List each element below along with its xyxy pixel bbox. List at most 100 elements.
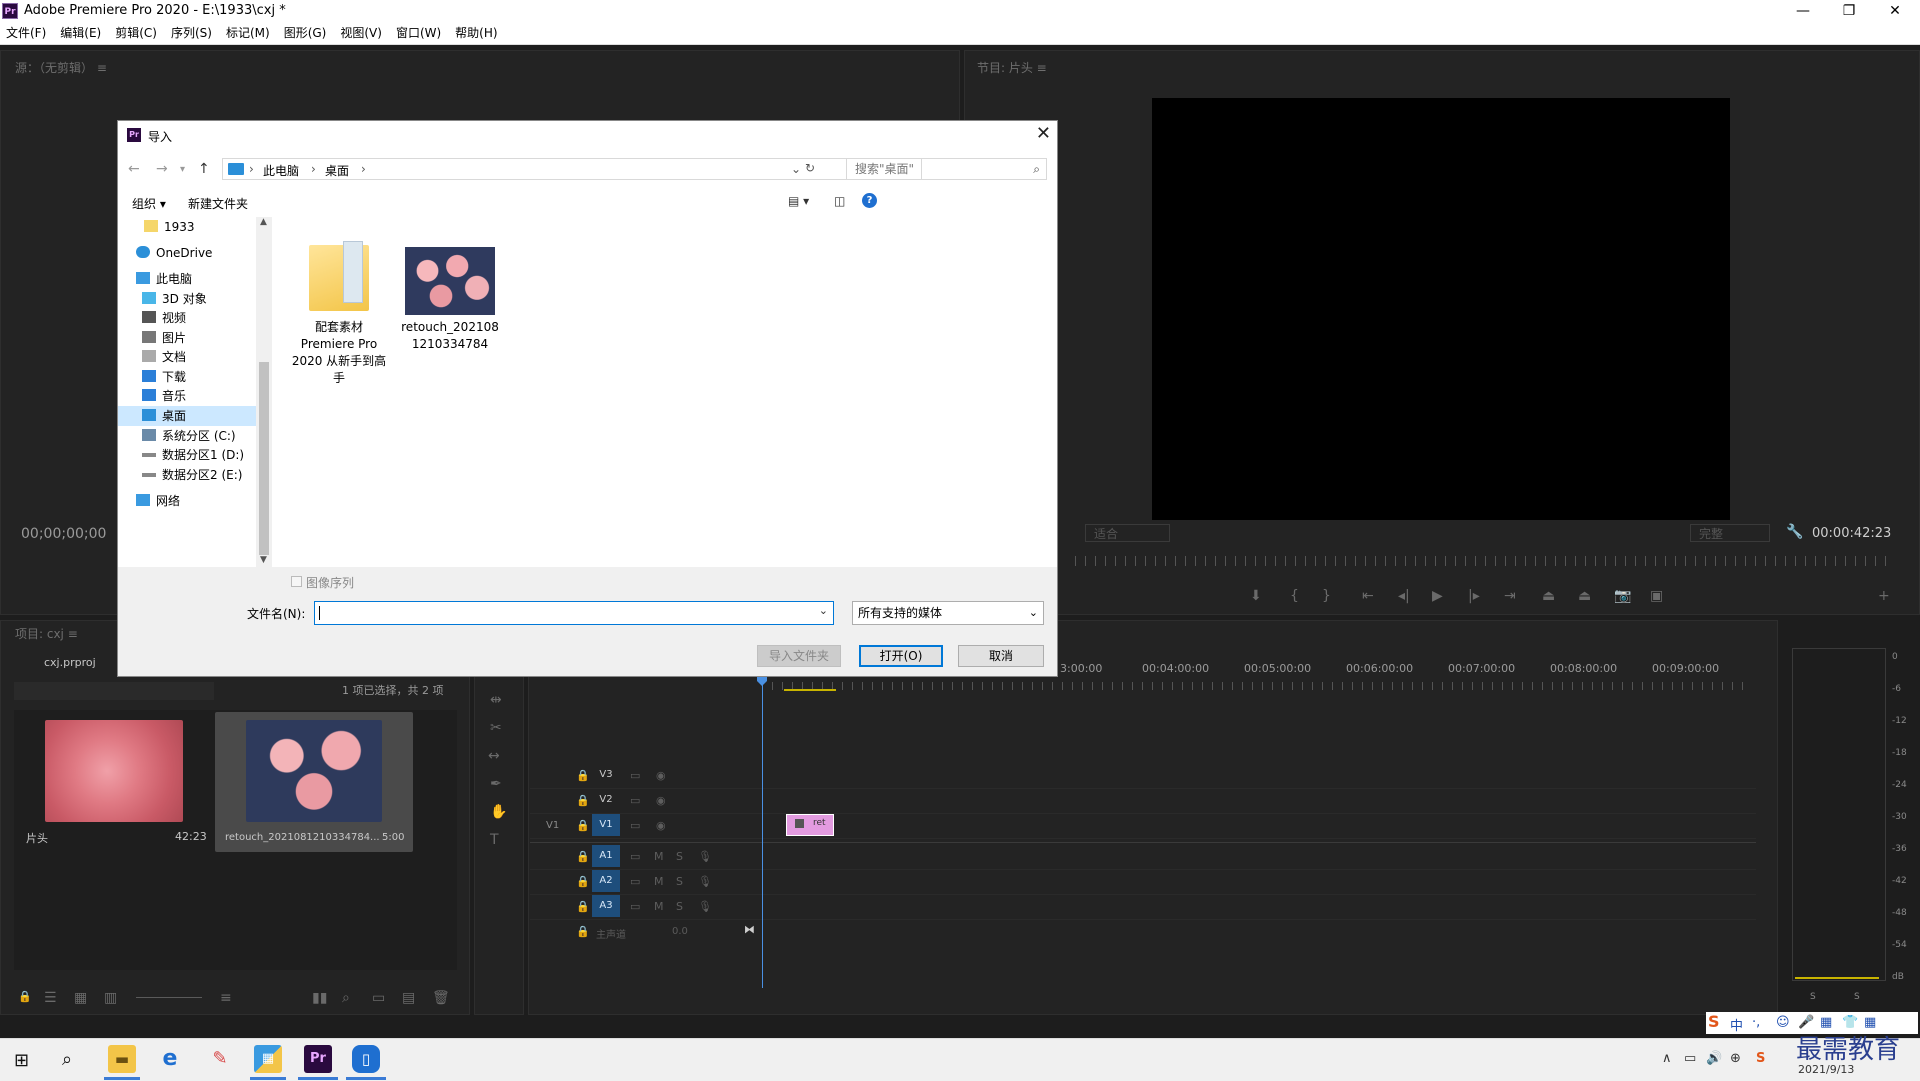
- razor-tool-icon[interactable]: ✂: [490, 720, 502, 736]
- new-folder-button[interactable]: 新建文件夹: [188, 195, 248, 212]
- comparison-view-icon[interactable]: ▣: [1650, 588, 1663, 604]
- lock-icon[interactable]: 🔒: [576, 769, 590, 782]
- new-bin-icon[interactable]: ▭: [372, 990, 385, 1006]
- nav-item-drive-d[interactable]: 数据分区1 (D:): [142, 445, 244, 465]
- icon-view-icon[interactable]: ▦: [74, 990, 87, 1006]
- paint-app-icon[interactable]: ✎: [206, 1045, 234, 1073]
- up-arrow-icon[interactable]: ↑: [198, 161, 210, 177]
- dialog-close-icon[interactable]: ✕: [1036, 123, 1051, 144]
- chevron-down-icon[interactable]: ⌄: [819, 604, 828, 617]
- premiere-app-icon[interactable]: Pr: [304, 1045, 332, 1073]
- image-sequence-checkbox[interactable]: [291, 576, 302, 587]
- recent-dropdown-icon[interactable]: ▾: [180, 164, 185, 175]
- show-hidden-icons-icon[interactable]: ∧: [1662, 1051, 1672, 1066]
- lock-icon[interactable]: 🔒: [576, 900, 590, 913]
- zoom-slider[interactable]: [136, 997, 202, 998]
- project-item-thumbnail[interactable]: [45, 720, 183, 822]
- volume-icon[interactable]: 🔊: [1706, 1051, 1722, 1066]
- chevron-down-icon[interactable]: ⌄: [791, 162, 801, 176]
- nav-scroll-thumb[interactable]: [259, 362, 269, 555]
- project-search-input[interactable]: [14, 682, 214, 700]
- mute-toggle-icon[interactable]: M: [654, 875, 664, 888]
- microphone-icon[interactable]: 🎤: [1798, 1015, 1814, 1030]
- windows-start-icon[interactable]: ⊞: [14, 1050, 29, 1071]
- add-marker-icon[interactable]: ⬇: [1250, 588, 1262, 604]
- automate-icon[interactable]: ▮▮: [312, 990, 327, 1006]
- image-thumbnail[interactable]: [405, 247, 495, 315]
- track-label[interactable]: A3: [592, 895, 620, 917]
- taskbar-date[interactable]: 2021/9/13: [1798, 1063, 1854, 1076]
- nav-item-3d-objects[interactable]: 3D 对象: [142, 289, 207, 309]
- nav-item-onedrive[interactable]: OneDrive: [136, 243, 212, 263]
- menu-help[interactable]: 帮助(H): [448, 22, 504, 44]
- view-options-icon[interactable]: ▤ ▾: [788, 194, 809, 208]
- lock-icon[interactable]: 🔒: [576, 925, 590, 938]
- project-tab[interactable]: 项目: cxj ≡: [15, 625, 78, 642]
- program-monitor-title[interactable]: 节目: 片头 ≡: [977, 59, 1047, 76]
- nav-item-network[interactable]: 网络: [136, 491, 180, 511]
- nav-item-downloads[interactable]: 下载: [142, 367, 186, 387]
- solo-toggle-icon[interactable]: S: [676, 850, 683, 863]
- tablet-app-icon[interactable]: ▯: [352, 1045, 380, 1073]
- extract-icon[interactable]: ⏏: [1578, 588, 1591, 604]
- menu-edit[interactable]: 编辑(E): [53, 22, 108, 44]
- timeline-clip[interactable]: ret: [786, 814, 834, 836]
- scroll-down-icon[interactable]: ▼: [260, 555, 267, 565]
- hand-tool-icon[interactable]: ✋: [490, 804, 507, 820]
- keyboard-icon[interactable]: ▦: [1820, 1015, 1832, 1030]
- menu-graphics[interactable]: 图形(G): [277, 22, 334, 44]
- mark-in-icon[interactable]: {: [1290, 588, 1299, 604]
- search-icon[interactable]: ⌕: [62, 1049, 72, 1070]
- nav-item-drive-e[interactable]: 数据分区2 (E:): [142, 465, 242, 485]
- import-folder-button[interactable]: 导入文件夹: [757, 645, 841, 667]
- ime-chinese-mode[interactable]: 中: [1730, 1015, 1743, 1034]
- eye-icon[interactable]: ◉: [656, 769, 666, 782]
- solo-toggle-icon[interactable]: S: [676, 875, 683, 888]
- minimize-button[interactable]: —: [1780, 0, 1826, 22]
- chevron-right-icon[interactable]: ›: [361, 162, 366, 176]
- nav-scrollbar[interactable]: ▲ ▼: [256, 217, 272, 567]
- organize-button[interactable]: 组织 ▾: [132, 195, 166, 212]
- nav-item-pictures[interactable]: 图片: [142, 328, 186, 348]
- ripple-edit-tool-icon[interactable]: ⇹: [490, 692, 502, 708]
- lock-icon[interactable]: 🔒: [576, 794, 590, 807]
- forward-arrow-icon[interactable]: →: [156, 161, 168, 177]
- edge-browser-icon[interactable]: e: [156, 1045, 184, 1073]
- project-item-name[interactable]: retouch_2021081210334784...: [225, 832, 380, 843]
- eye-icon[interactable]: ◉: [656, 819, 666, 832]
- file-label-image[interactable]: retouch_202108 1210334784: [393, 319, 507, 353]
- language-icon[interactable]: ⊕: [1730, 1051, 1741, 1066]
- lock-icon[interactable]: 🔒: [18, 990, 32, 1003]
- lock-icon[interactable]: 🔒: [576, 850, 590, 863]
- nav-item-desktop[interactable]: 桌面: [118, 406, 256, 426]
- sogou-logo-icon[interactable]: S: [1708, 1012, 1720, 1031]
- nav-item-videos[interactable]: 视频: [142, 308, 186, 328]
- address-bar[interactable]: › 此电脑 › 桌面 › ⌄ ↻: [222, 158, 922, 180]
- close-window-button[interactable]: ✕: [1872, 0, 1918, 22]
- master-volume-value[interactable]: 0.0: [672, 926, 688, 937]
- playhead-line[interactable]: [762, 678, 763, 988]
- wrench-icon[interactable]: 🔧: [1786, 524, 1803, 540]
- program-scrub-ruler[interactable]: [1075, 556, 1895, 566]
- project-item-thumbnail[interactable]: [246, 720, 382, 822]
- file-label-folder[interactable]: 配套素材 Premiere Pro 2020 从新手到高 手: [289, 319, 389, 387]
- play-icon[interactable]: ▶: [1432, 588, 1443, 604]
- toolbox-icon[interactable]: ▦: [1864, 1015, 1876, 1030]
- search-icon[interactable]: ⌕: [1033, 159, 1040, 179]
- project-item-name[interactable]: 片头: [26, 830, 48, 846]
- source-monitor-title[interactable]: 源：（无剪辑） ≡: [15, 59, 107, 76]
- nav-item-documents[interactable]: 文档: [142, 347, 186, 367]
- mute-toggle-icon[interactable]: M: [654, 850, 664, 863]
- find-icon[interactable]: ⌕: [342, 990, 350, 1006]
- go-to-out-icon[interactable]: ⇥: [1504, 588, 1516, 604]
- breadcrumb-this-pc[interactable]: 此电脑: [263, 162, 299, 179]
- microphone-icon[interactable]: 🎙: [698, 850, 712, 863]
- chevron-down-icon[interactable]: ⌄: [1029, 602, 1038, 624]
- menu-window[interactable]: 窗口(W): [389, 22, 448, 44]
- list-view-icon[interactable]: ☰: [44, 990, 57, 1006]
- meter-solo-button[interactable]: S: [1810, 992, 1816, 1002]
- step-back-icon[interactable]: ◂|: [1398, 588, 1410, 604]
- lift-icon[interactable]: ⏏: [1542, 588, 1555, 604]
- menu-markers[interactable]: 标记(M): [219, 22, 277, 44]
- mute-toggle-icon[interactable]: M: [654, 900, 664, 913]
